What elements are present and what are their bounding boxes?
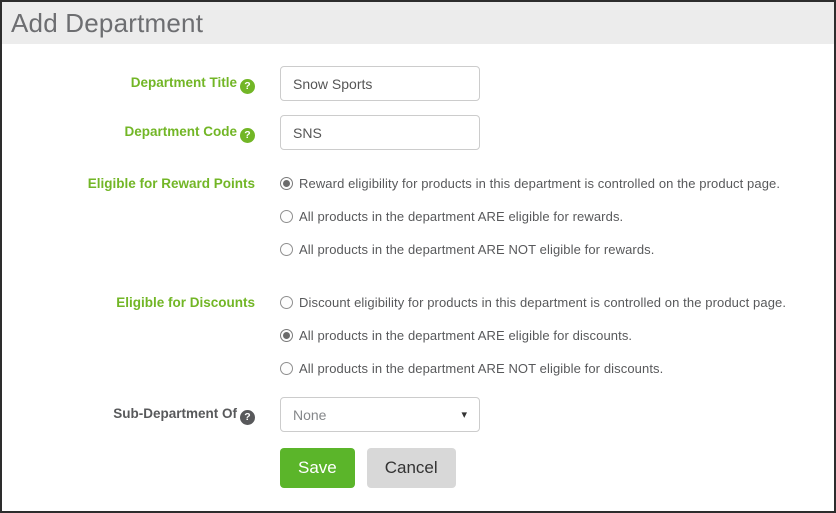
discounts-label-col: Eligible for Discounts xyxy=(2,293,255,312)
form-row-discounts: Eligible for Discounts Discount eligibil… xyxy=(2,293,834,378)
sub-department-control: None ▾ xyxy=(255,397,480,432)
page-header: Add Department xyxy=(2,2,834,44)
discounts-label: Eligible for Discounts xyxy=(116,295,255,310)
reward-points-options: Reward eligibility for products in this … xyxy=(255,174,780,259)
radio-label: All products in the department ARE eligi… xyxy=(299,328,633,343)
discount-option-none-eligible[interactable]: All products in the department ARE NOT e… xyxy=(280,359,786,378)
radio-button[interactable] xyxy=(280,243,293,256)
caret-down-icon: ▾ xyxy=(461,409,467,421)
department-title-input[interactable] xyxy=(280,66,480,101)
sub-department-label: Sub-Department Of xyxy=(113,406,237,421)
save-button[interactable]: Save xyxy=(280,448,355,488)
department-form: Department Title? Department Code? Eligi… xyxy=(2,44,834,488)
reward-option-all-eligible[interactable]: All products in the department ARE eligi… xyxy=(280,207,780,226)
department-code-input[interactable] xyxy=(280,115,480,150)
discount-option-all-eligible[interactable]: All products in the department ARE eligi… xyxy=(280,326,786,345)
department-title-label: Department Title xyxy=(130,75,237,90)
form-row-reward-points: Eligible for Reward Points Reward eligib… xyxy=(2,174,834,259)
department-title-label-col: Department Title? xyxy=(2,73,255,94)
radio-label: All products in the department ARE NOT e… xyxy=(299,361,664,376)
form-buttons: Save Cancel xyxy=(280,448,834,488)
sub-department-selected-value: None xyxy=(293,406,327,423)
department-title-control xyxy=(255,66,480,101)
reward-option-controlled[interactable]: Reward eligibility for products in this … xyxy=(280,174,780,193)
reward-points-label-col: Eligible for Reward Points xyxy=(2,174,255,193)
reward-points-label: Eligible for Reward Points xyxy=(87,176,255,191)
page-title: Add Department xyxy=(11,7,204,38)
form-row-department-code: Department Code? xyxy=(2,115,834,150)
department-code-control xyxy=(255,115,480,150)
radio-label: All products in the department ARE NOT e… xyxy=(299,242,655,257)
department-code-label: Department Code xyxy=(124,124,237,139)
radio-label: All products in the department ARE eligi… xyxy=(299,209,624,224)
discount-option-controlled[interactable]: Discount eligibility for products in thi… xyxy=(280,293,786,312)
help-icon[interactable]: ? xyxy=(240,128,255,143)
sub-department-select[interactable]: None ▾ xyxy=(280,397,480,432)
form-row-sub-department: Sub-Department Of? None ▾ xyxy=(2,397,834,432)
radio-button[interactable] xyxy=(280,362,293,375)
help-icon[interactable]: ? xyxy=(240,79,255,94)
radio-button[interactable] xyxy=(280,329,293,342)
help-icon[interactable]: ? xyxy=(240,410,255,425)
radio-button[interactable] xyxy=(280,177,293,190)
radio-label: Reward eligibility for products in this … xyxy=(299,176,781,191)
radio-button[interactable] xyxy=(280,296,293,309)
add-department-page: Add Department Department Title? Departm… xyxy=(0,0,836,513)
radio-label: Discount eligibility for products in thi… xyxy=(299,295,787,310)
form-row-department-title: Department Title? xyxy=(2,66,834,101)
discounts-options: Discount eligibility for products in thi… xyxy=(255,293,786,378)
sub-department-label-col: Sub-Department Of? xyxy=(2,404,255,425)
reward-option-none-eligible[interactable]: All products in the department ARE NOT e… xyxy=(280,240,780,259)
department-code-label-col: Department Code? xyxy=(2,122,255,143)
radio-button[interactable] xyxy=(280,210,293,223)
cancel-button[interactable]: Cancel xyxy=(366,448,456,488)
